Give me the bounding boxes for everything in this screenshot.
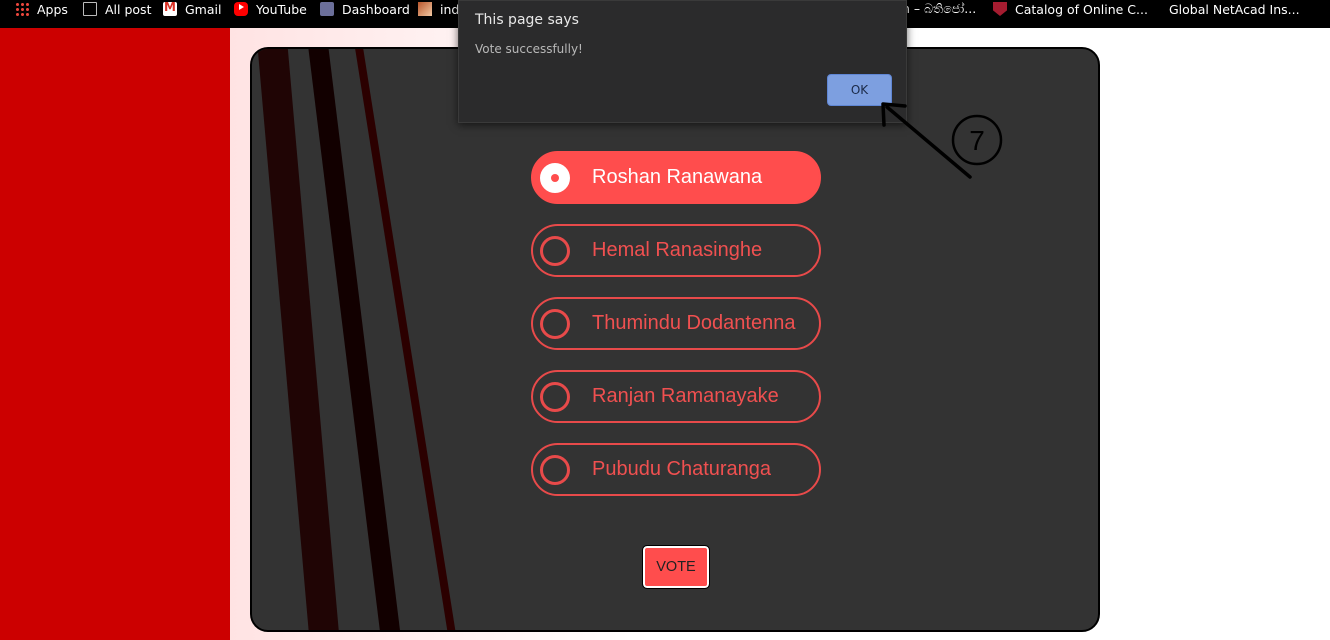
vote-button[interactable]: VOTE bbox=[642, 545, 710, 589]
radio-unselected-icon[interactable] bbox=[540, 235, 570, 266]
candidate-option-pubudu-chaturanga[interactable]: Pubudu Chaturanga bbox=[531, 443, 821, 496]
dialog-title: This page says bbox=[475, 12, 579, 28]
site-icon bbox=[418, 2, 432, 16]
candidate-name: Pubudu Chaturanga bbox=[592, 458, 772, 480]
radio-unselected-icon[interactable] bbox=[540, 381, 570, 412]
bookmark-catalog[interactable]: Catalog of Online C... bbox=[993, 0, 1148, 18]
gmail-icon bbox=[163, 0, 177, 16]
bookmark-apps[interactable]: Apps bbox=[15, 0, 68, 18]
candidate-name: Roshan Ranawana bbox=[592, 166, 763, 188]
bookmark-netacad[interactable]: Global NetAcad Ins... bbox=[1169, 0, 1300, 18]
bookmark-dashboard[interactable]: Dashboard bbox=[320, 0, 410, 18]
step-number: 7 bbox=[969, 125, 985, 156]
apps-icon bbox=[15, 2, 29, 16]
decorative-stripe bbox=[352, 49, 461, 630]
candidate-option-hemal-ranasinghe[interactable]: Hemal Ranasinghe bbox=[531, 224, 821, 277]
candidate-list: Roshan Ranawana Hemal Ranasinghe Thumind… bbox=[531, 151, 821, 516]
dialog-message: Vote successfully! bbox=[475, 42, 583, 56]
radio-unselected-icon[interactable] bbox=[540, 454, 570, 485]
step-annotation: 7 bbox=[881, 102, 1003, 179]
bookmark-youtube[interactable]: YouTube bbox=[234, 0, 307, 18]
annotation-arrow-icon bbox=[881, 102, 972, 179]
candidate-name: Ranjan Ramanayake bbox=[592, 385, 779, 407]
bookmark-gmail[interactable]: Gmail bbox=[163, 0, 221, 18]
monitor-icon bbox=[83, 2, 97, 16]
radio-unselected-icon[interactable] bbox=[540, 308, 570, 339]
dashboard-icon bbox=[320, 2, 334, 16]
bookmark-sinhala-site[interactable]: n – බතිජෝ... bbox=[902, 0, 976, 18]
candidate-option-thumindu-dodantenna[interactable]: Thumindu Dodantenna bbox=[531, 297, 821, 350]
candidate-option-roshan-ranawana[interactable]: Roshan Ranawana bbox=[531, 151, 821, 204]
bookmark-ind[interactable]: ind bbox=[418, 0, 459, 18]
radio-selected-icon[interactable] bbox=[540, 162, 570, 193]
candidate-option-ranjan-ramanayake[interactable]: Ranjan Ramanayake bbox=[531, 370, 821, 423]
candidate-name: Hemal Ranasinghe bbox=[592, 239, 763, 261]
alert-dialog: This page says Vote successfully! OK bbox=[458, 0, 907, 123]
harvard-icon bbox=[993, 2, 1007, 16]
bookmark-all-post[interactable]: All post bbox=[83, 0, 151, 18]
candidate-name: Thumindu Dodantenna bbox=[592, 312, 796, 334]
youtube-icon bbox=[234, 2, 248, 16]
